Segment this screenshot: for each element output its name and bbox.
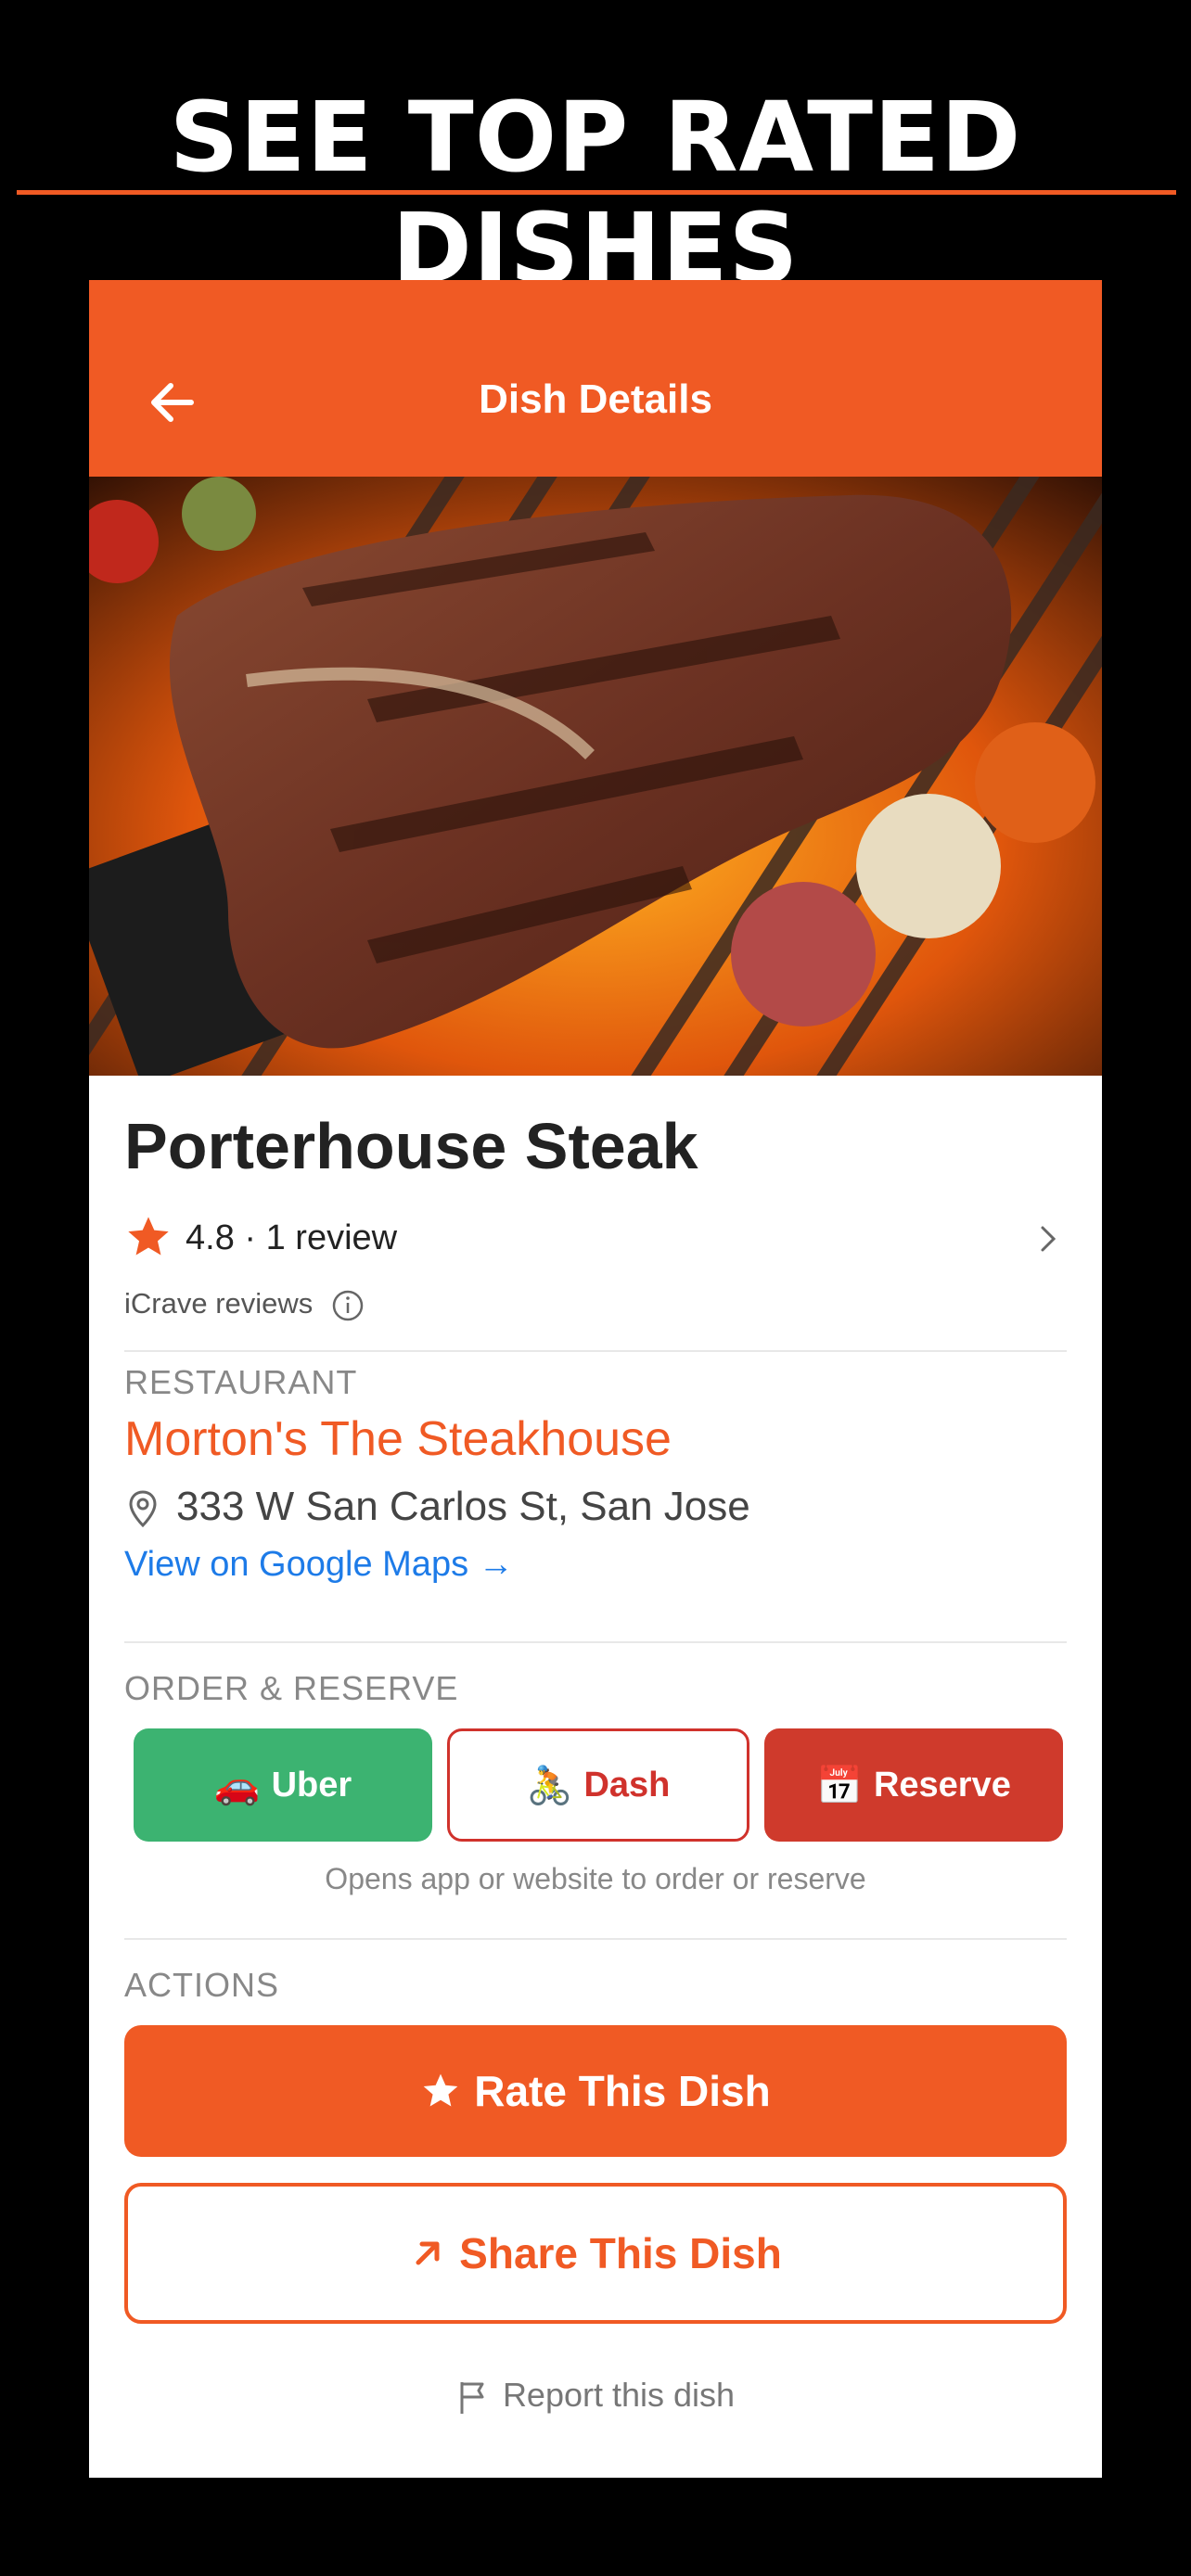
dish-photo: [89, 477, 1102, 1076]
star-icon: [423, 2073, 458, 2107]
car-icon: 🚗: [213, 1765, 261, 1806]
promo-underline: [17, 190, 1176, 195]
location-pin-icon: [129, 1490, 157, 1528]
order-note: Opens app or website to order or reserve: [325, 1862, 866, 1895]
app-screen: Dish Details Porterhouse Steak 4.8 · 1 r…: [89, 280, 1102, 2478]
share-dish-button[interactable]: Share This Dish: [124, 2183, 1067, 2324]
flag-icon: [460, 2382, 484, 2415]
chevron-right-icon: [1041, 1226, 1057, 1252]
divider: [124, 1641, 1067, 1643]
rating-text: 4.8 · 1 review: [186, 1218, 398, 1257]
address-row: 333 W San Carlos St, San Jose: [124, 1484, 750, 1530]
google-maps-link[interactable]: View on Google Maps →: [124, 1545, 514, 1585]
report-dish-link[interactable]: Report this dish: [124, 2376, 1067, 2416]
reserve-button-label: Reserve: [873, 1765, 1011, 1804]
review-source-label: iCrave reviews: [124, 1287, 314, 1320]
actions-section-label: ACTIONS: [124, 1966, 280, 2004]
calendar-icon: 📅: [816, 1765, 863, 1806]
arrow-up-right-icon: [416, 2241, 440, 2265]
restaurant-address: 333 W San Carlos St, San Jose: [176, 1484, 750, 1529]
restaurant-section-label: RESTAURANT: [124, 1363, 358, 1401]
divider: [124, 1938, 1067, 1940]
dish-name: Porterhouse Steak: [124, 1110, 698, 1182]
divider: [124, 1350, 1067, 1352]
rate-dish-label: Rate This Dish: [474, 2067, 771, 2115]
review-source: iCrave reviews: [124, 1287, 365, 1323]
rating-row[interactable]: 4.8 · 1 review: [124, 1213, 1067, 1269]
restaurant-name[interactable]: Morton's The Steakhouse: [124, 1411, 672, 1467]
uber-button[interactable]: 🚗 Uber: [134, 1728, 432, 1842]
star-icon: [128, 1217, 169, 1256]
page-title: Dish Details: [479, 376, 712, 422]
rate-dish-button[interactable]: Rate This Dish: [124, 2025, 1067, 2157]
bicycle-icon: 🚴: [526, 1765, 573, 1806]
app-header: Dish Details: [89, 280, 1102, 477]
uber-button-label: Uber: [271, 1765, 352, 1804]
dash-button-label: Dash: [583, 1765, 671, 1804]
report-dish-label: Report this dish: [502, 2376, 736, 2414]
info-icon[interactable]: [330, 1288, 365, 1323]
reserve-button[interactable]: 📅 Reserve: [764, 1728, 1063, 1842]
dash-button[interactable]: 🚴 Dash: [447, 1728, 749, 1842]
share-dish-label: Share This Dish: [459, 2229, 782, 2277]
order-section-label: ORDER & RESERVE: [124, 1669, 459, 1707]
